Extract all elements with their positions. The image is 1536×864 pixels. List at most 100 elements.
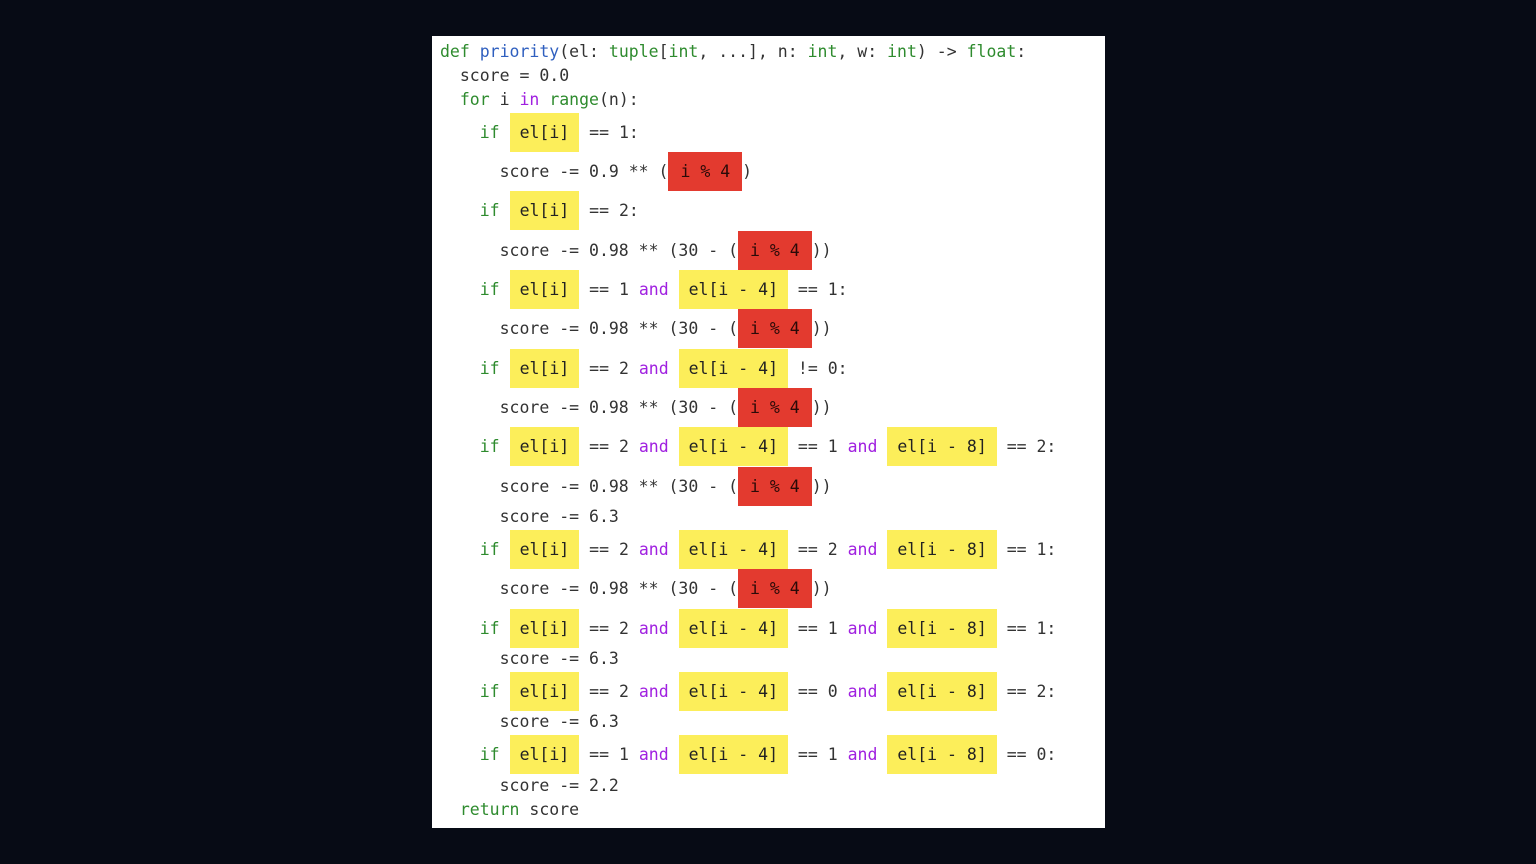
code-text: == 1 [788, 744, 848, 764]
code-panel: def priority (el: tuple[int, ...], n: int… [432, 36, 1105, 828]
highlight-element-access: el[i - 4] [678, 269, 788, 309]
highlight-element-access: el[i] [509, 426, 580, 466]
code-operator: and [847, 618, 878, 638]
code-text: )) [811, 397, 832, 417]
highlight-element-access: el[i] [509, 608, 580, 648]
code-text: score -= 6.3 [440, 711, 619, 731]
code-keyword: if [479, 618, 500, 638]
code-function-name: priority [479, 41, 560, 61]
code-text: )) [811, 240, 832, 260]
code-keyword: if [479, 358, 500, 378]
code-text: ) [742, 161, 753, 181]
highlight-element-access: el[i - 8] [887, 671, 997, 711]
code-text: , ...], n: [698, 41, 808, 61]
code-text: score = 0.0 [440, 65, 570, 85]
code-text: == 2: [996, 681, 1057, 701]
highlight-modulo: i % 4 [738, 466, 812, 506]
code-keyword: if [479, 279, 500, 299]
code-operator: and [638, 539, 669, 559]
highlight-element-access: el[i - 8] [887, 529, 997, 569]
code-text: == 1 [579, 744, 639, 764]
code-text: score -= 0.98 ** (30 - ( [440, 397, 739, 417]
highlight-modulo: i % 4 [738, 568, 812, 608]
highlight-element-access: el[i] [509, 348, 580, 388]
highlight-modulo: i % 4 [738, 308, 812, 348]
highlight-element-access: el[i - 8] [887, 608, 997, 648]
code-line: score = 0.0 [432, 63, 1105, 87]
highlight-element-access: el[i - 4] [678, 348, 788, 388]
highlight-modulo: i % 4 [738, 230, 812, 270]
code-text: == 2 [579, 539, 639, 559]
code-keyword: int [807, 41, 838, 61]
code-line: score -= 0.98 ** (30 - (i % 4)) [432, 308, 1105, 348]
code-line: for i in range (n): [432, 87, 1105, 111]
code-text: [ [658, 41, 669, 61]
code-operator: and [638, 681, 669, 701]
code-text: )) [811, 578, 832, 598]
code-operator: and [638, 436, 669, 456]
highlight-modulo: i % 4 [668, 151, 743, 191]
code-text: i [489, 89, 520, 109]
code-text: == 1: [996, 618, 1057, 638]
code-keyword: tuple [608, 41, 659, 61]
highlight-element-access: el[i] [509, 269, 580, 309]
code-line: score -= 0.98 ** (30 - (i % 4)) [432, 387, 1105, 427]
code-text: score -= 0.98 ** (30 - ( [440, 578, 739, 598]
code-text: score -= 6.3 [440, 648, 619, 668]
code-text: score -= 0.98 ** (30 - ( [440, 318, 739, 338]
code-operator: and [638, 358, 669, 378]
highlight-element-access: el[i - 4] [678, 426, 788, 466]
code-text: score [519, 799, 580, 819]
highlight-element-access: el[i] [509, 671, 580, 711]
code-text: )) [811, 476, 832, 496]
code-text: ) -> [916, 41, 967, 61]
code-text: score -= 0.98 ** (30 - ( [440, 240, 739, 260]
code-line: if el[i] == 2 and el[i - 4] == 1 and el[… [432, 608, 1105, 648]
code-text: == 2 [579, 618, 639, 638]
code-text: != 0: [788, 358, 848, 378]
code-line: score -= 0.98 ** (30 - (i % 4)) [432, 466, 1105, 506]
code-text: == 0 [788, 681, 848, 701]
code-text: == 2 [579, 681, 639, 701]
highlight-element-access: el[i] [509, 112, 580, 152]
code-keyword: int [887, 41, 917, 61]
code-text: == 2 [579, 436, 639, 456]
highlight-element-access: el[i] [509, 190, 580, 230]
code-keyword: if [479, 681, 500, 701]
code-text: == 1 [579, 279, 639, 299]
code-operator: in [519, 89, 540, 109]
code-operator: and [847, 681, 878, 701]
code-text: == 1 [788, 618, 848, 638]
code-text: == 1: [996, 539, 1057, 559]
code-keyword: float [966, 41, 1017, 61]
code-text: (n): [598, 89, 639, 109]
code-keyword: int [668, 41, 699, 61]
code-line: if el[i] == 2 and el[i - 4] != 0: [432, 348, 1105, 388]
code-text: == 2: [996, 436, 1057, 456]
code-operator: and [638, 618, 669, 638]
code-text: )) [811, 318, 832, 338]
